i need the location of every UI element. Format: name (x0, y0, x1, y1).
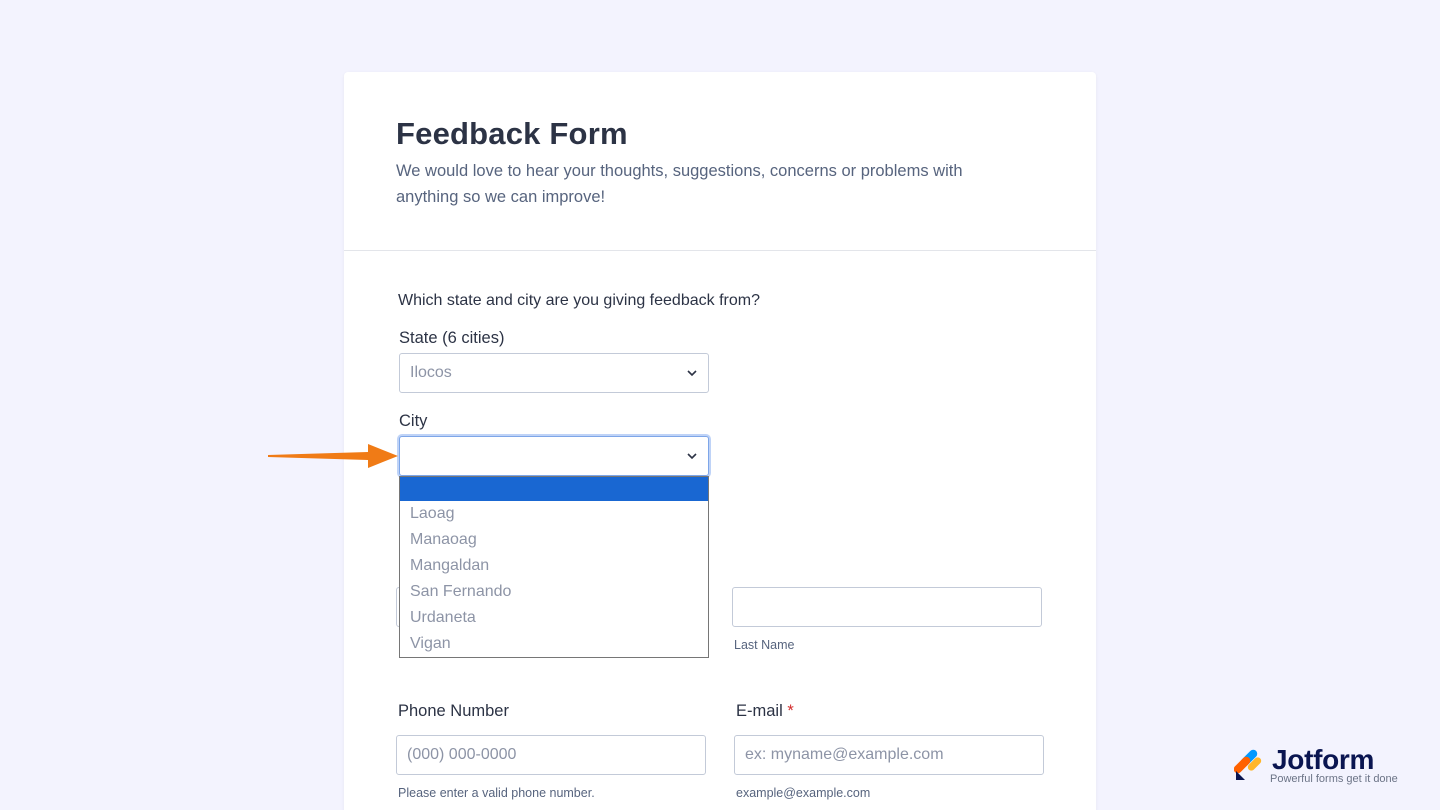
state-label: State (6 cities) (399, 329, 505, 347)
state-select[interactable]: Ilocos (399, 353, 709, 393)
city-option[interactable]: Mangaldan (400, 553, 708, 579)
orange-arrow-annotation (268, 444, 398, 468)
location-question: Which state and city are you giving feed… (398, 292, 760, 309)
chevron-down-icon (687, 370, 697, 377)
jotform-logo-text: Jotform (1272, 744, 1375, 775)
email-label: E-mail * (736, 702, 794, 721)
phone-sublabel: Please enter a valid phone number. (398, 786, 595, 800)
city-option[interactable]: Vigan (400, 631, 708, 657)
city-option[interactable]: San Fernando (400, 579, 708, 605)
form-subtitle: We would love to hear your thoughts, sug… (396, 162, 963, 206)
email-sublabel: example@example.com (736, 786, 871, 800)
city-option[interactable]: Manaoag (400, 527, 708, 553)
last-name-input[interactable] (732, 587, 1042, 627)
city-select[interactable] (399, 436, 709, 476)
chevron-down-icon (687, 453, 697, 460)
city-option[interactable]: Urdaneta (400, 605, 708, 631)
email-placeholder: ex: myname@example.com (745, 746, 944, 763)
city-dropdown-list: Laoag Manaoag Mangaldan San Fernando Urd… (399, 476, 709, 658)
city-option[interactable]: Laoag (400, 501, 708, 527)
city-option-empty[interactable] (400, 477, 708, 501)
state-select-value: Ilocos (410, 364, 452, 381)
jotform-logo-icon (1234, 749, 1262, 780)
jotform-tagline: Powerful forms get it done (1270, 773, 1398, 785)
phone-placeholder: (000) 000-0000 (407, 746, 517, 763)
last-name-sublabel: Last Name (734, 638, 795, 652)
email-label-text: E-mail (736, 702, 783, 720)
form-header: Feedback Form We would love to hear your… (344, 72, 1096, 251)
form-card: Feedback Form We would love to hear your… (344, 72, 1096, 810)
jotform-logo[interactable]: Jotform Powerful forms get it done (1234, 744, 1408, 788)
form-title: Feedback Form (396, 116, 628, 151)
phone-label: Phone Number (398, 702, 509, 720)
required-mark: * (787, 702, 794, 720)
email-input[interactable]: ex: myname@example.com (734, 735, 1044, 775)
city-label: City (399, 412, 428, 430)
phone-input[interactable]: (000) 000-0000 (396, 735, 706, 775)
